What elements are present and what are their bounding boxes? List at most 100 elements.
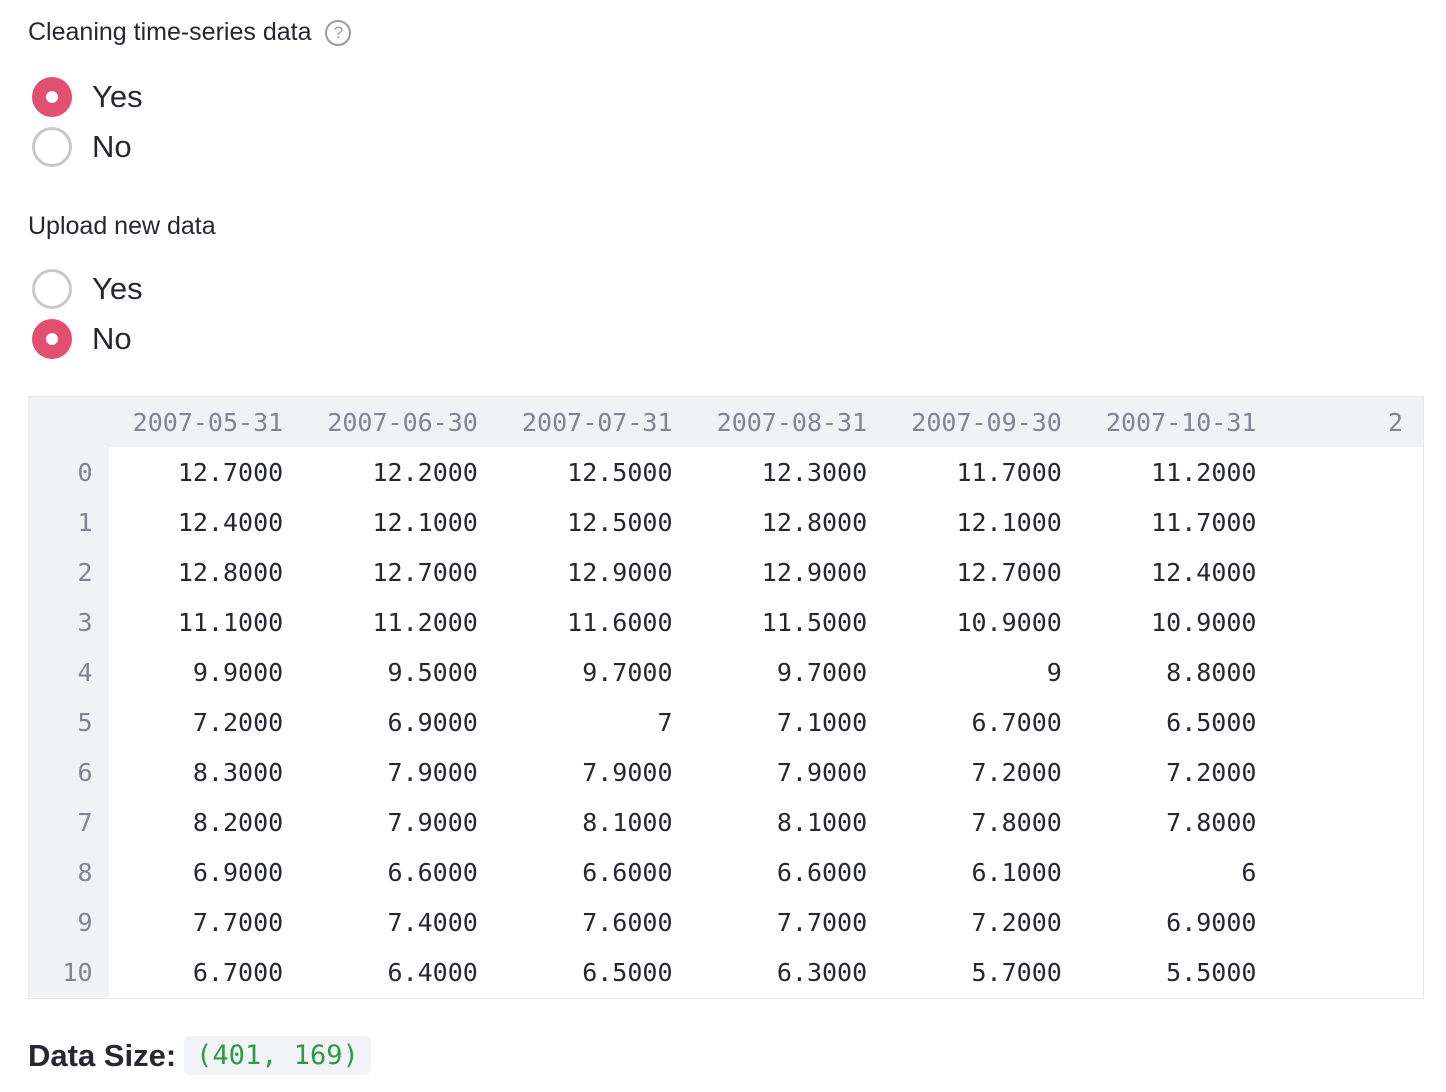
table-cell: 12.7000 <box>108 447 304 497</box>
table-cell: 7.7000 <box>108 897 304 947</box>
table-cell: 9 <box>887 647 1082 697</box>
table-cell: 6.3000 <box>692 947 888 997</box>
table-cell: 6.6000 <box>303 847 498 897</box>
table-row: 2 12.8000 12.7000 12.9000 12.9000 12.7000 12.4… <box>29 547 1423 597</box>
table-cell: 6.4000 <box>303 947 498 997</box>
table-cell: 6.9000 <box>1081 897 1277 947</box>
table-cell: 12.7000 <box>303 547 498 597</box>
column-header[interactable]: 2 <box>1276 397 1423 447</box>
cleaning-option-yes[interactable]: Yes <box>32 72 143 122</box>
table-cell: 12.9000 <box>692 547 888 597</box>
column-header[interactable]: 2007-08-31 <box>692 397 888 447</box>
table-body: 0 12.7000 12.2000 12.5000 12.3000 11.7000 11.2… <box>29 447 1423 997</box>
table-cell: 12.7000 <box>887 547 1082 597</box>
column-header[interactable]: 2007-07-31 <box>497 397 693 447</box>
table-cell: 6.9000 <box>108 847 304 897</box>
upload-option-yes[interactable]: Yes <box>32 264 143 314</box>
table-cell: 6.5000 <box>497 947 693 997</box>
table-cell: 7.2000 <box>1081 747 1277 797</box>
table-cell: 7.7000 <box>692 897 888 947</box>
table-cell: 8.1000 <box>497 797 693 847</box>
table-cell: 6.6000 <box>497 847 693 897</box>
data-size-label: Data Size: <box>28 1037 177 1073</box>
dataframe: 2007-05-31 2007-06-30 2007-07-31 2007-08-31… <box>29 397 1423 997</box>
table-cell: 9.5000 <box>303 647 498 697</box>
table-cell: 11.5000 <box>692 597 888 647</box>
table-cell: 7.8000 <box>1081 797 1277 847</box>
table-cell: 8.1000 <box>692 797 888 847</box>
table-cell: 12.2000 <box>303 447 498 497</box>
radio-selected-icon[interactable] <box>32 77 72 117</box>
table-cell: 12.3000 <box>692 447 888 497</box>
table-cell: 6.9000 <box>303 697 498 747</box>
table-cell: 8.3000 <box>108 747 304 797</box>
column-header[interactable]: 2007-10-31 <box>1081 397 1277 447</box>
table-cell: 6 <box>1081 847 1277 897</box>
table-cell: 12.4000 <box>1081 547 1277 597</box>
radio-label: No <box>92 129 132 164</box>
row-index: 5 <box>29 697 109 747</box>
table-row: 1 12.4000 12.1000 12.5000 12.8000 12.1000 11.7… <box>29 497 1423 547</box>
table-cell: 9.9000 <box>108 647 304 697</box>
table-cell: 6.5000 <box>1081 697 1277 747</box>
table-cell: 12.8000 <box>108 547 304 597</box>
upload-option-no[interactable]: No <box>32 314 143 364</box>
table-cell: 6.7000 <box>108 947 304 997</box>
table-row: 4 9.9000 9.5000 9.7000 9.7000 9 8.8000 <box>29 647 1423 697</box>
table-cell <box>1276 597 1423 647</box>
table-cell: 12.5000 <box>497 447 693 497</box>
cleaning-radio-group: Yes No <box>32 72 143 172</box>
row-index: 1 <box>29 497 109 547</box>
table-corner <box>29 397 109 447</box>
cleaning-section-header: Cleaning time-series data ? <box>28 18 352 47</box>
table-cell: 12.5000 <box>497 497 693 547</box>
table-cell <box>1276 847 1423 897</box>
table-row: 5 7.2000 6.9000 7 7.1000 6.7000 6.5000 <box>29 697 1423 747</box>
table-cell: 11.7000 <box>887 447 1082 497</box>
radio-selected-icon[interactable] <box>32 319 72 359</box>
column-header[interactable]: 2007-06-30 <box>303 397 498 447</box>
help-icon[interactable]: ? <box>325 19 352 46</box>
upload-section-header: Upload new data <box>28 212 216 241</box>
data-size-value: (401, 169) <box>184 1036 371 1075</box>
radio-unselected-icon[interactable] <box>32 269 72 309</box>
radio-unselected-icon[interactable] <box>32 127 72 167</box>
table-cell: 6.6000 <box>692 847 888 897</box>
table-cell: 12.9000 <box>497 547 693 597</box>
column-header[interactable]: 2007-05-31 <box>108 397 304 447</box>
table-cell: 7.9000 <box>303 797 498 847</box>
table-cell: 10.9000 <box>1081 597 1277 647</box>
table-cell: 7.8000 <box>887 797 1082 847</box>
table-cell <box>1276 547 1423 597</box>
data-table[interactable]: 2007-05-31 2007-06-30 2007-07-31 2007-08-31… <box>28 396 1424 999</box>
row-index: 3 <box>29 597 109 647</box>
radio-label: No <box>92 321 132 356</box>
table-header-row: 2007-05-31 2007-06-30 2007-07-31 2007-08-31… <box>29 397 1423 447</box>
table-cell: 7.9000 <box>692 747 888 797</box>
table-cell: 7.6000 <box>497 897 693 947</box>
row-index: 6 <box>29 747 109 797</box>
table-cell: 7.2000 <box>887 747 1082 797</box>
upload-radio-group: Yes No <box>32 264 143 364</box>
table-cell: 8.2000 <box>108 797 304 847</box>
table-cell: 9.7000 <box>497 647 693 697</box>
table-cell: 6.7000 <box>887 697 1082 747</box>
row-index: 10 <box>29 947 109 997</box>
table-cell <box>1276 647 1423 697</box>
table-cell <box>1276 497 1423 547</box>
row-index: 4 <box>29 647 109 697</box>
upload-label: Upload new data <box>28 212 216 240</box>
table-cell: 6.1000 <box>887 847 1082 897</box>
table-cell <box>1276 447 1423 497</box>
table-cell: 7.2000 <box>108 697 304 747</box>
table-cell: 12.1000 <box>303 497 498 547</box>
column-header[interactable]: 2007-09-30 <box>887 397 1082 447</box>
table-cell: 11.2000 <box>303 597 498 647</box>
table-cell <box>1276 797 1423 847</box>
table-cell: 7.9000 <box>497 747 693 797</box>
table-row: 7 8.2000 7.9000 8.1000 8.1000 7.8000 7.8000 <box>29 797 1423 847</box>
cleaning-option-no[interactable]: No <box>32 122 143 172</box>
data-size: Data Size: (401, 169) <box>28 1036 371 1075</box>
table-cell: 12.4000 <box>108 497 304 547</box>
table-cell: 12.8000 <box>692 497 888 547</box>
